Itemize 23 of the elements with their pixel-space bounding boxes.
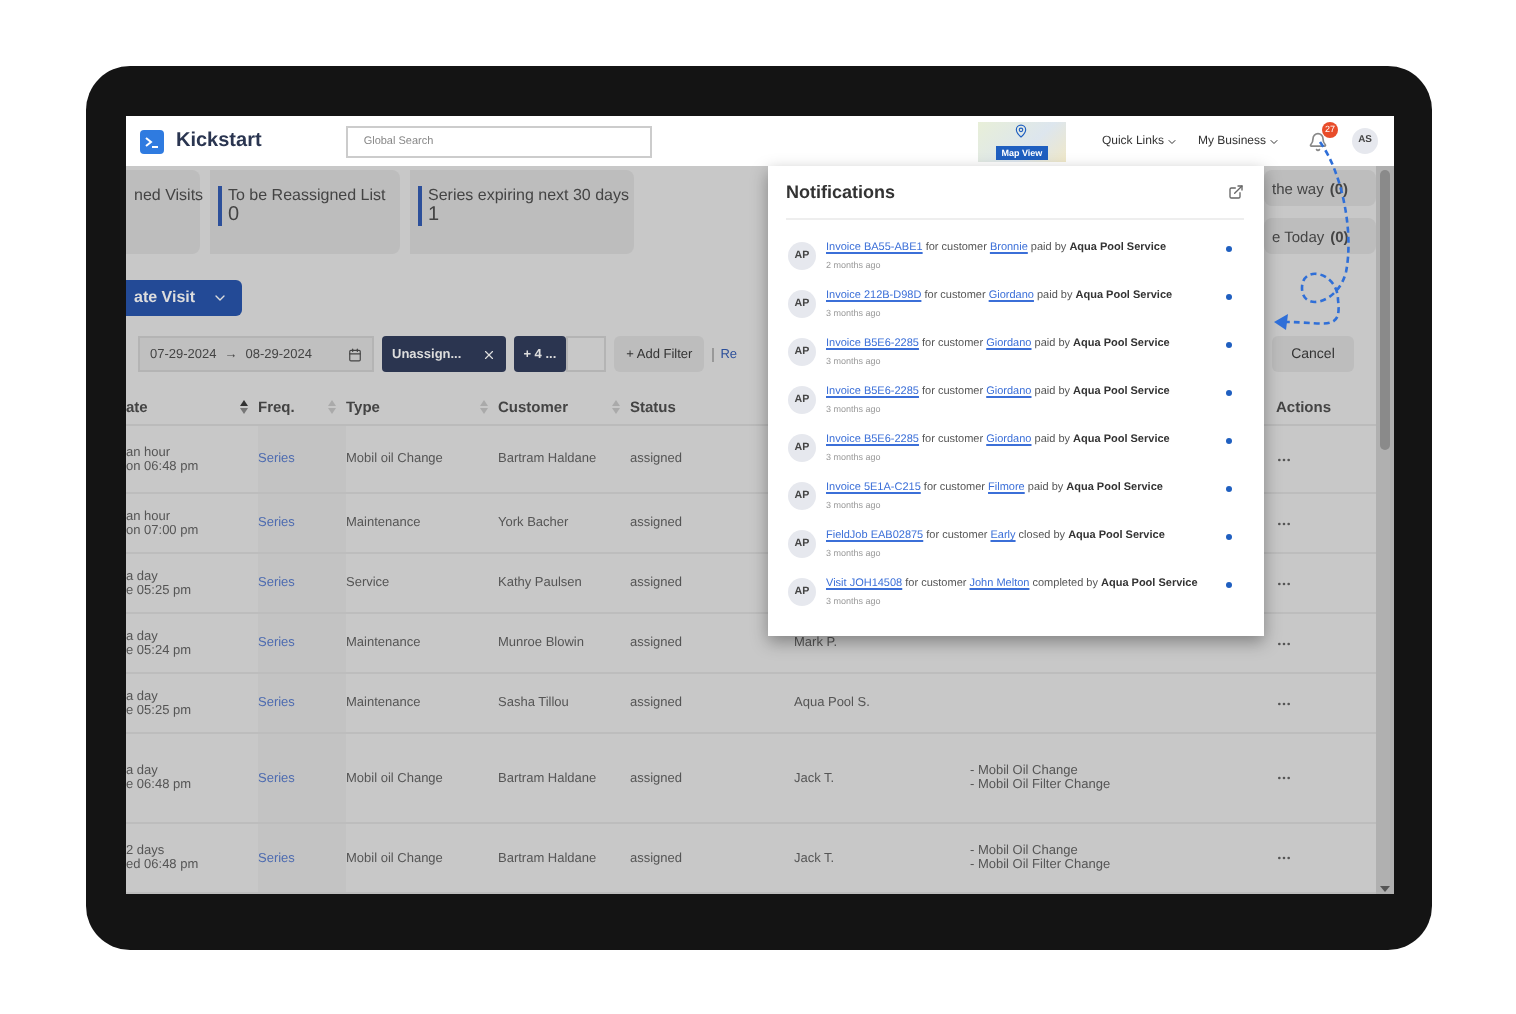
calendar-icon[interactable] [348,347,362,362]
external-link-icon[interactable] [1228,184,1244,200]
bell-icon[interactable] [1308,131,1328,151]
stat-label: Series expiring next 30 days [428,186,629,204]
close-icon[interactable] [481,347,496,362]
stat-label: To be Reassigned List [228,186,386,204]
scroll-down-arrow-icon[interactable] [1380,886,1390,894]
create-visit-button[interactable]: ate Visit [126,280,242,316]
chevron-down-icon [1268,135,1280,147]
sort-icon[interactable] [240,400,248,414]
stat-card[interactable]: To be Reassigned List 0 [210,170,400,254]
map-pin-icon [1014,123,1029,137]
logo-icon [140,129,164,153]
stat-value: 1 [428,204,442,226]
filter-input[interactable] [566,336,607,373]
app-name: Kickstart [176,130,262,152]
stat-label: ned Visits [134,186,204,204]
stat-value: 0 [228,204,242,226]
scrollbar[interactable] [1376,166,1394,894]
chevron-down-icon [1165,135,1178,147]
panel-title: Notifications [786,182,896,202]
stat-card[interactable]: ned Visits [126,170,200,254]
stat-card[interactable]: Series expiring next 30 days 1 [410,170,634,254]
